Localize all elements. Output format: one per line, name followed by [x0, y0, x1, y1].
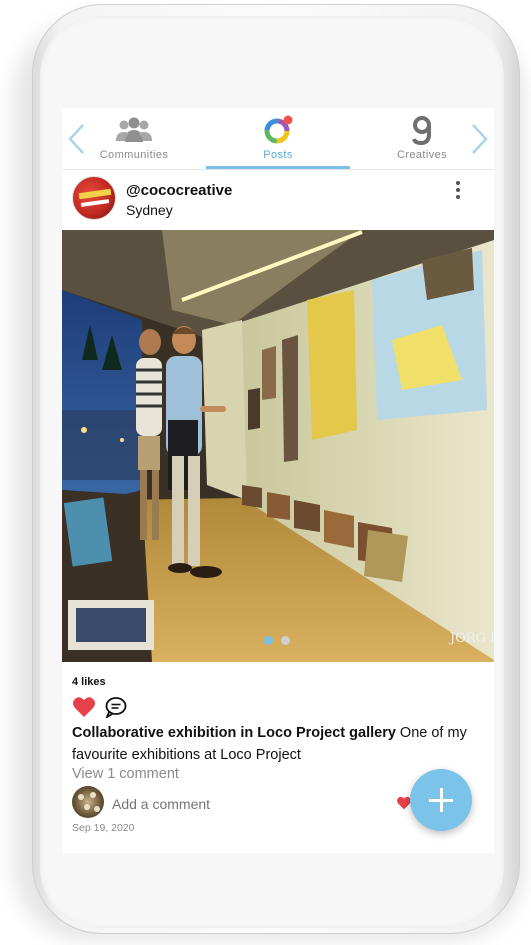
caption-title: Collaborative exhibition in Loco Project…	[72, 725, 396, 741]
post-photo[interactable]: JORG PHOTO	[62, 230, 494, 662]
tab-communities[interactable]: Communities	[62, 114, 206, 170]
gallery-photo: JORG PHOTO	[62, 230, 494, 662]
carousel-dot-active[interactable]	[264, 636, 273, 645]
creatives-g-icon	[412, 116, 431, 146]
create-post-button[interactable]	[410, 769, 472, 831]
colorful-ring-icon	[264, 115, 293, 144]
people-icon	[116, 117, 152, 142]
post-location: Sydney	[126, 202, 173, 218]
author-username[interactable]: @cococreative	[126, 182, 232, 199]
add-comment-input[interactable]	[112, 796, 372, 812]
comment-bubble-icon[interactable]	[104, 696, 128, 718]
photo-watermark: JORG PHOTO	[448, 631, 494, 646]
active-tab-indicator	[206, 166, 350, 169]
carousel-indicator	[262, 636, 294, 646]
more-options-icon[interactable]	[450, 178, 466, 204]
plus-icon	[440, 788, 443, 812]
tab-posts[interactable]: Posts	[206, 114, 350, 170]
tab-label-posts: Posts	[263, 149, 293, 161]
post-header: @cococreative Sydney	[62, 170, 494, 228]
post-caption: Collaborative exhibition in Loco Project…	[72, 722, 484, 766]
chevron-right-icon[interactable]	[468, 122, 490, 156]
current-user-avatar	[72, 786, 104, 818]
avatar-graphic	[78, 188, 112, 200]
author-avatar[interactable]	[72, 176, 116, 220]
view-comments-link[interactable]: View 1 comment	[72, 766, 179, 782]
tab-label-communities: Communities	[99, 149, 169, 161]
heart-icon[interactable]	[72, 696, 96, 718]
top-tab-bar: Communities Posts Creatives	[62, 108, 494, 170]
likes-count[interactable]: 4 likes	[72, 676, 106, 688]
avatar-graphic	[80, 199, 110, 207]
carousel-dot[interactable]	[281, 636, 290, 645]
post-date: Sep 19, 2020	[72, 822, 135, 834]
app-screen: Communities Posts Creatives @cococreativ…	[62, 108, 494, 853]
